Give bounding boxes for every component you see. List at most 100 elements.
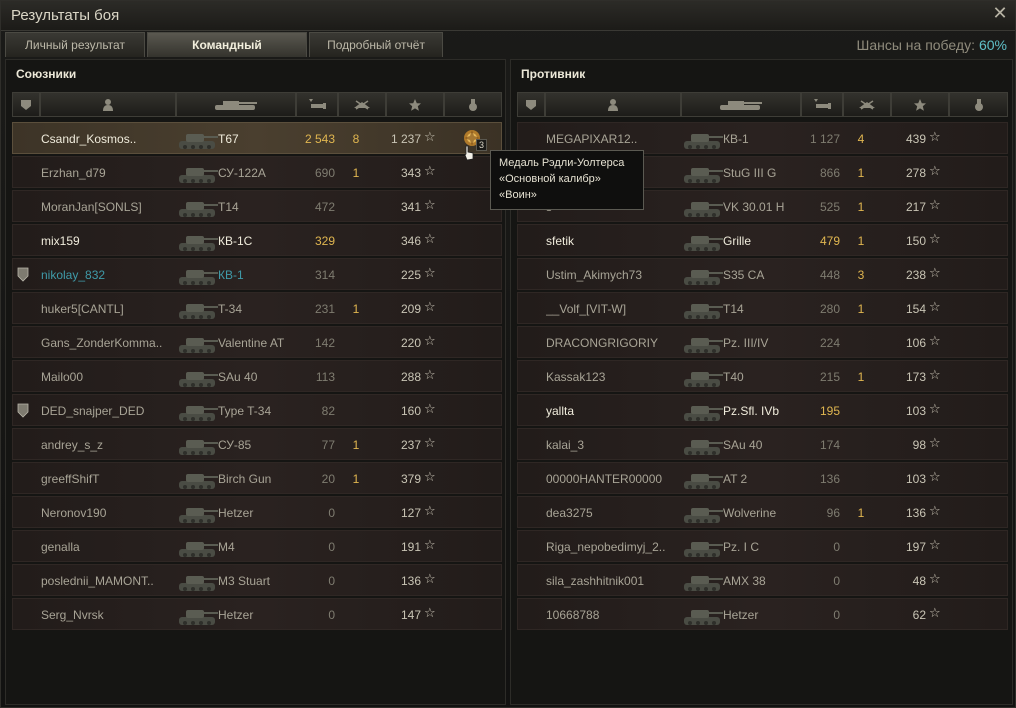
experience-value: 238	[905, 268, 926, 282]
player-row[interactable]: Riga_nepobedimyj_2.. Pz. I C 0 197 ☆	[517, 530, 1008, 562]
close-icon[interactable]: ✕	[991, 5, 1009, 23]
tank-icon	[684, 236, 723, 251]
player-row[interactable]: Neronov190 Hetzer 0 127 ☆	[12, 496, 502, 528]
tab-team-result[interactable]: Командный результат	[147, 32, 307, 77]
player-row[interactable]: poslednii_MAMONT.. M3 Stuart 0 136 ☆	[12, 564, 502, 596]
allies-kills-column-header[interactable]	[338, 92, 386, 117]
kills-value: 1	[857, 166, 865, 180]
player-row[interactable]: sila_zashhitnik001 AMX 38 0 48 ☆	[517, 564, 1008, 596]
star-icon: ☆	[929, 368, 941, 383]
tooltip-line-3: «Воин»	[499, 189, 537, 201]
star-icon	[914, 98, 926, 111]
player-row[interactable]: greeffShifT Birch Gun 20 1 379 ☆	[12, 462, 502, 494]
experience-value: 341	[400, 200, 421, 214]
experience-value: 103	[905, 404, 926, 418]
enemies-damage-column-header[interactable]	[801, 92, 843, 117]
star-icon: ☆	[424, 164, 436, 179]
allies-column-header	[12, 92, 502, 117]
tab-detailed-report[interactable]: Подробный отчёт	[309, 32, 443, 57]
player-row[interactable]: __Volf_[VIT-W] T14 280 1 154 ☆	[517, 292, 1008, 324]
damage-value: 0	[328, 574, 335, 588]
experience-value: 288	[400, 370, 421, 384]
player-row[interactable]: Kassak123 T40 215 1 173 ☆	[517, 360, 1008, 392]
enemies-medals-column-header[interactable]	[949, 92, 1008, 117]
tab-bar: Личный результат Командный результат Под…	[5, 32, 445, 77]
player-row[interactable]: genalla M4 0 191 ☆	[12, 530, 502, 562]
allies-vehicle-column-header[interactable]	[176, 92, 296, 117]
player-row[interactable]: nikolay_832 КВ-1 314 225 ☆	[12, 258, 502, 290]
player-name: 00000HANTER00000	[546, 472, 663, 486]
allies-title: Союзники	[16, 67, 77, 81]
allies-experience-column-header[interactable]	[386, 92, 444, 117]
experience-value: 197	[905, 540, 926, 554]
enemies-experience-column-header[interactable]	[891, 92, 949, 117]
star-icon: ☆	[424, 606, 436, 621]
damage-value: 525	[819, 200, 840, 214]
player-name: Serg_Nvrsk	[41, 608, 104, 622]
tank-icon	[179, 508, 218, 523]
player-row[interactable]: 10668788 Hetzer 0 62 ☆	[517, 598, 1008, 630]
tank-icon	[684, 202, 723, 217]
player-name: dea3275	[546, 506, 593, 520]
kills-value: 1	[857, 302, 865, 316]
star-icon	[409, 98, 421, 111]
allies-player-column-header[interactable]	[40, 92, 176, 117]
experience-value: 136	[400, 574, 421, 588]
damage-value: 0	[833, 540, 840, 554]
tank-icon	[179, 406, 218, 421]
player-row[interactable]: DRACONGRIGORIY Pz. III/IV 224 106 ☆	[517, 326, 1008, 358]
player-row[interactable]: kalai_3 SAu 40 174 98 ☆	[517, 428, 1008, 460]
allies-medals-column-header[interactable]	[444, 92, 502, 117]
player-row[interactable]: Mailo00 SAu 40 113 288 ☆	[12, 360, 502, 392]
tank-icon	[215, 100, 257, 110]
player-row[interactable]: DED_snajper_DED Type T-34 82 160 ☆	[12, 394, 502, 426]
kills-value: 1	[352, 302, 360, 316]
player-row[interactable]: huker5[CANTL] T-34 231 1 209 ☆	[12, 292, 502, 324]
damage-value: 0	[328, 540, 335, 554]
tank-icon	[684, 474, 723, 489]
player-row[interactable]: 00000HANTER00000 AT 2 136 103 ☆	[517, 462, 1008, 494]
allies-damage-column-header[interactable]	[296, 92, 338, 117]
title-bar: Результаты боя ✕	[1, 1, 1015, 31]
kills-value: 1	[857, 370, 865, 384]
tab-personal-result[interactable]: Личный результат	[5, 32, 145, 57]
player-row[interactable]: andrey_s_z СУ-85 77 1 237 ☆	[12, 428, 502, 460]
player-row[interactable]: dea3275 Wolverine 96 1 136 ☆	[517, 496, 1008, 528]
player-name: kalai_3	[546, 438, 585, 452]
tank-icon	[179, 236, 218, 251]
player-row[interactable]: Serg_Nvrsk Hetzer 0 147 ☆	[12, 598, 502, 630]
player-name: __Volf_[VIT-W]	[546, 302, 627, 316]
player-name: andrey_s_z	[41, 438, 104, 452]
enemies-rank-column-header[interactable]	[517, 92, 545, 117]
tank-icon	[179, 440, 218, 455]
tank-icon	[720, 100, 762, 110]
kills-value: 1	[352, 166, 360, 180]
damage-value: 448	[819, 268, 840, 282]
enemies-vehicle-column-header[interactable]	[681, 92, 801, 117]
tank-icon	[684, 406, 723, 421]
player-row[interactable]: Csandr_Kosmos.. T67 2 543 8 1 237 ☆ 3	[12, 122, 502, 154]
tank-icon	[179, 542, 218, 557]
allies-rank-column-header[interactable]	[12, 92, 40, 117]
enemies-kills-column-header[interactable]	[843, 92, 891, 117]
star-icon: ☆	[929, 266, 941, 281]
player-row[interactable]: Erzhan_d79 СУ-122А 690 1 343 ☆	[12, 156, 502, 188]
battle-results-window: Результаты боя ✕ Личный результат Команд…	[0, 0, 1016, 708]
star-icon: ☆	[424, 334, 436, 349]
player-row[interactable]: yallta Pz.Sfl. IVb 195 103 ☆	[517, 394, 1008, 426]
star-icon: ☆	[929, 198, 941, 213]
damage-value: 0	[833, 574, 840, 588]
player-name: yallta	[546, 404, 575, 418]
player-row[interactable]: mix159 КВ-1С 329 346 ☆	[12, 224, 502, 256]
player-row[interactable]: Ustim_Akimych73 S35 CA 448 3 238 ☆	[517, 258, 1008, 290]
damage-value: 77	[321, 438, 335, 452]
kills-value: 1	[857, 506, 865, 520]
tank-icon	[684, 304, 723, 319]
player-row[interactable]: MoranJan[SONLS] T14 472 341 ☆	[12, 190, 502, 222]
shield-icon	[21, 99, 31, 110]
player-row[interactable]: sfetik Grille 479 1 150 ☆	[517, 224, 1008, 256]
star-icon: ☆	[424, 368, 436, 383]
enemies-player-column-header[interactable]	[545, 92, 681, 117]
star-icon: ☆	[424, 198, 436, 213]
player-row[interactable]: Gans_ZonderKomma.. Valentine AT 142 220 ☆	[12, 326, 502, 358]
